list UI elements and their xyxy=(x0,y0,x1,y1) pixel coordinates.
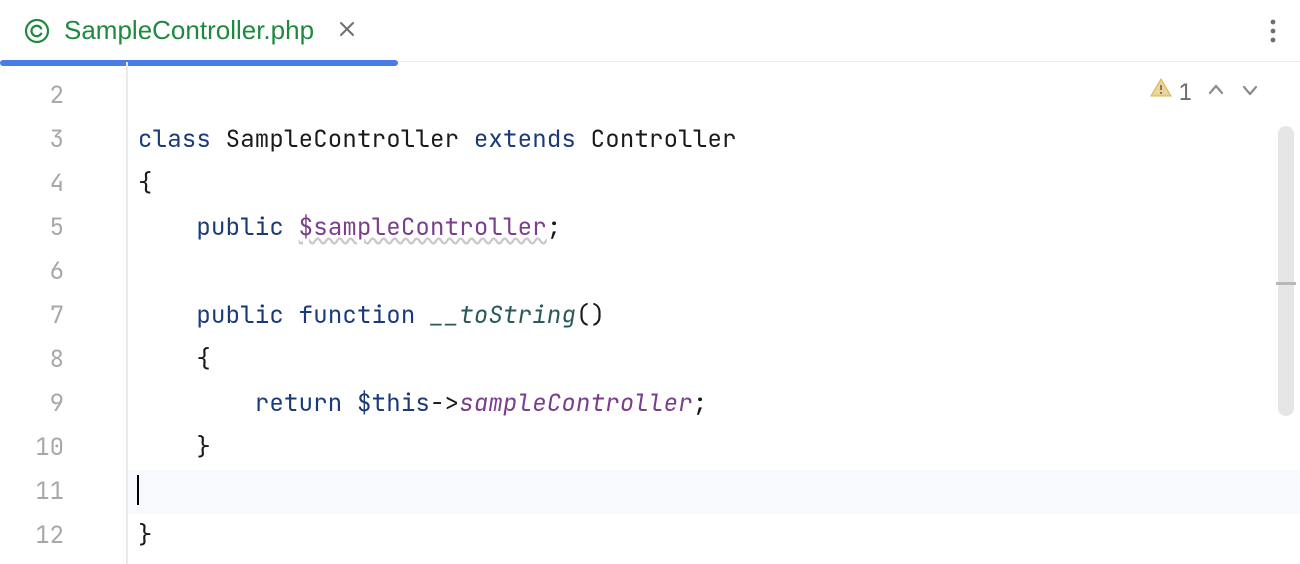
class-name: SampleController xyxy=(226,124,460,155)
class-file-icon xyxy=(24,18,50,44)
tab-title: SampleController.php xyxy=(64,15,314,46)
line-number[interactable]: 12 xyxy=(0,514,126,558)
line-number[interactable]: 3 xyxy=(0,118,126,162)
line-number[interactable]: 5 xyxy=(0,206,126,250)
punct: ; xyxy=(693,388,708,419)
code-line[interactable]: } xyxy=(128,514,1300,558)
punct: () xyxy=(576,300,605,331)
scrollbar-track[interactable] xyxy=(1278,126,1294,416)
line-number[interactable]: 9 xyxy=(0,382,126,426)
variable: $sampleController xyxy=(299,212,547,243)
line-number[interactable]: 2 xyxy=(0,74,126,118)
tab-bar: SampleController.php xyxy=(0,0,1300,62)
punct: ; xyxy=(547,212,562,243)
code-line[interactable]: { xyxy=(128,162,1300,206)
line-number[interactable]: 8 xyxy=(0,338,126,382)
kebab-menu-icon[interactable] xyxy=(1270,19,1276,43)
line-number[interactable]: 7 xyxy=(0,294,126,338)
property: sampleController xyxy=(459,388,693,419)
punct: -> xyxy=(430,388,459,419)
line-number[interactable]: 6 xyxy=(0,250,126,294)
keyword: class xyxy=(138,124,211,155)
prev-highlight-icon[interactable] xyxy=(1202,77,1230,108)
editor-tab[interactable]: SampleController.php xyxy=(0,0,374,61)
code-line[interactable]: } xyxy=(128,426,1300,470)
keyword: public xyxy=(196,300,284,331)
warning-icon[interactable] xyxy=(1149,76,1173,108)
keyword: extends xyxy=(474,124,576,155)
class-name: Controller xyxy=(591,124,737,155)
code-content[interactable]: class SampleController extends Controlle… xyxy=(128,62,1300,564)
warning-count: 1 xyxy=(1179,78,1192,107)
brace: } xyxy=(138,520,153,551)
code-line[interactable]: class SampleController extends Controlle… xyxy=(128,118,1300,162)
caret xyxy=(137,475,139,505)
line-number[interactable]: 11 xyxy=(0,470,126,514)
next-highlight-icon[interactable] xyxy=(1236,77,1264,108)
keyword: return xyxy=(255,388,343,419)
code-line-current[interactable] xyxy=(128,470,1300,514)
line-number-gutter: 2 3 4 5 6 7 8 9 10 11 12 xyxy=(0,62,128,564)
code-line[interactable]: return $this->sampleController; xyxy=(128,382,1300,426)
keyword: function xyxy=(299,300,416,331)
code-line[interactable] xyxy=(128,250,1300,294)
brace: } xyxy=(196,432,211,463)
function-name: __toString xyxy=(430,300,576,331)
brace: { xyxy=(196,344,211,375)
brace: { xyxy=(138,168,153,199)
inspection-indicators: 1 xyxy=(1149,76,1264,108)
line-number[interactable]: 4 xyxy=(0,162,126,206)
code-line[interactable]: { xyxy=(128,338,1300,382)
code-line[interactable]: public $sampleController; xyxy=(128,206,1300,250)
keyword: public xyxy=(196,212,284,243)
code-line[interactable]: public function __toString() xyxy=(128,294,1300,338)
scrollbar-marker[interactable] xyxy=(1276,282,1296,285)
close-icon[interactable] xyxy=(338,17,356,45)
this-keyword: $this xyxy=(357,388,430,419)
editor-area: 2 3 4 5 6 7 8 9 10 11 12 class SampleCon… xyxy=(0,62,1300,564)
line-number[interactable]: 10 xyxy=(0,426,126,470)
code-line[interactable] xyxy=(128,74,1300,118)
